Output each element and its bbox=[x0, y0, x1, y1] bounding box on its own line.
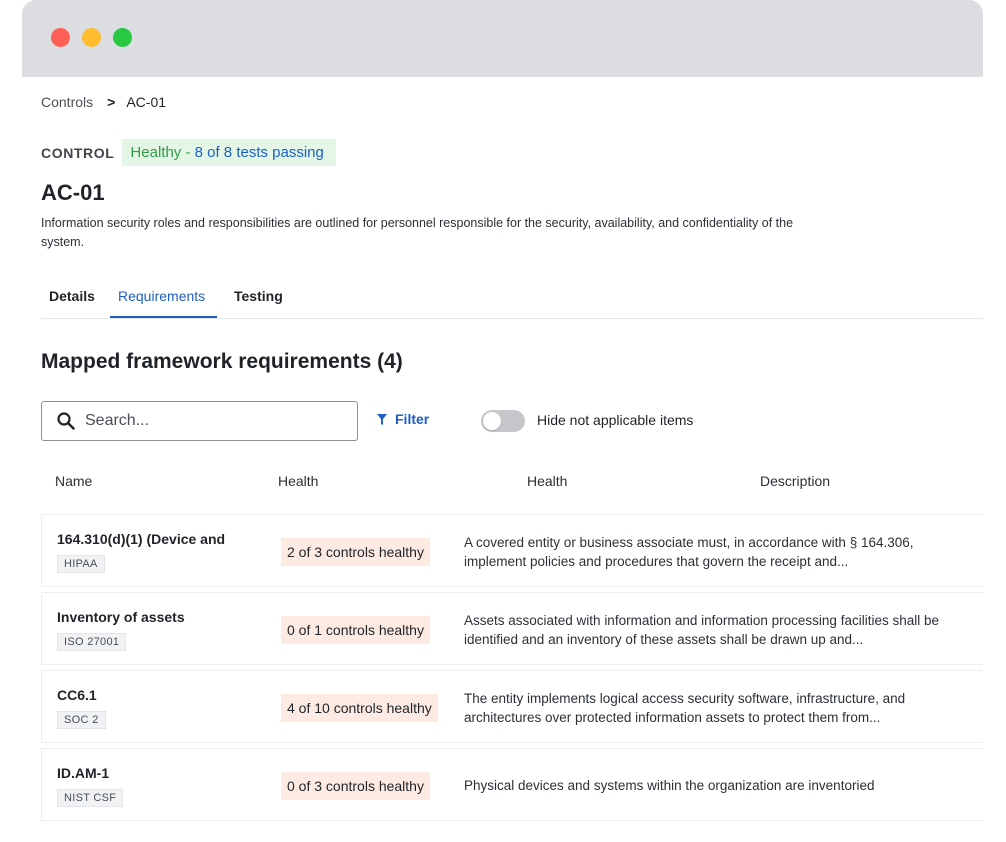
tests-passing-link[interactable]: 8 of 8 tests passing bbox=[195, 144, 324, 161]
breadcrumb-current: AC-01 bbox=[126, 94, 167, 110]
health-badge: 2 of 3 controls healthy bbox=[281, 538, 430, 566]
requirement-name: ID.AM-1 bbox=[57, 765, 110, 781]
column-header-name[interactable]: Name bbox=[55, 473, 92, 489]
health-badge: 0 of 3 controls healthy bbox=[281, 772, 430, 800]
tab-bar: Details Requirements Testing bbox=[41, 281, 983, 319]
requirement-description: A covered entity or business associate m… bbox=[464, 535, 914, 569]
requirement-description: Physical devices and systems within the … bbox=[464, 778, 875, 793]
control-label: CONTROL bbox=[41, 144, 115, 161]
requirement-description: Assets associated with information and i… bbox=[464, 613, 939, 647]
health-badge: 4 of 10 controls healthy bbox=[281, 694, 438, 722]
column-header-health[interactable]: Health bbox=[278, 473, 318, 489]
control-status-row: CONTROL Healthy - 8 of 8 tests passing bbox=[41, 139, 336, 166]
breadcrumb: Controls > AC-01 bbox=[41, 93, 166, 111]
table-row[interactable]: CC6.1 SOC 2 4 of 10 controls healthy The… bbox=[41, 670, 983, 743]
hide-not-applicable-toggle[interactable] bbox=[481, 410, 525, 432]
maximize-window-button[interactable] bbox=[113, 28, 132, 47]
framework-tag: SOC 2 bbox=[57, 711, 106, 729]
health-status-text: Healthy - bbox=[130, 144, 195, 161]
tab-requirements[interactable]: Requirements bbox=[118, 288, 205, 304]
column-header-description[interactable]: Description bbox=[760, 473, 830, 489]
toggle-knob bbox=[483, 412, 501, 430]
health-status-badge: Healthy - 8 of 8 tests passing bbox=[122, 139, 336, 166]
toggle-label: Hide not applicable items bbox=[537, 412, 694, 428]
health-badge: 0 of 1 controls healthy bbox=[281, 616, 430, 644]
tab-testing[interactable]: Testing bbox=[234, 288, 283, 304]
window-titlebar bbox=[22, 0, 983, 77]
column-header-health-secondary[interactable]: Health bbox=[527, 473, 567, 489]
requirement-description: The entity implements logical access sec… bbox=[464, 691, 906, 725]
tab-details[interactable]: Details bbox=[49, 288, 95, 304]
table-row[interactable]: Inventory of assets ISO 27001 0 of 1 con… bbox=[41, 592, 983, 665]
app-window: Controls > AC-01 CONTROL Healthy - 8 of … bbox=[22, 0, 983, 842]
control-description: Information security roles and responsib… bbox=[41, 216, 794, 249]
minimize-window-button[interactable] bbox=[82, 28, 101, 47]
breadcrumb-controls-link[interactable]: Controls bbox=[41, 94, 93, 110]
filter-label: Filter bbox=[395, 411, 430, 427]
framework-tag: ISO 27001 bbox=[57, 633, 127, 651]
filter-button[interactable]: Filter bbox=[377, 411, 429, 427]
close-window-button[interactable] bbox=[51, 28, 70, 47]
chevron-right-icon: > bbox=[107, 94, 116, 110]
search-field[interactable] bbox=[41, 401, 358, 441]
framework-tag: NIST CSF bbox=[57, 789, 124, 807]
requirement-name: Inventory of assets bbox=[57, 609, 185, 625]
filter-icon bbox=[377, 413, 387, 425]
search-icon bbox=[57, 412, 75, 430]
table-row[interactable]: 164.310(d)(1) (Device and HIPAA 2 of 3 c… bbox=[41, 514, 983, 587]
framework-tag: HIPAA bbox=[57, 555, 105, 573]
search-input[interactable] bbox=[85, 412, 335, 430]
requirement-name: CC6.1 bbox=[57, 687, 97, 703]
page-title: AC-01 bbox=[41, 180, 105, 205]
requirement-name: 164.310(d)(1) (Device and bbox=[57, 531, 226, 547]
table-row[interactable]: ID.AM-1 NIST CSF 0 of 3 controls healthy… bbox=[41, 748, 983, 821]
section-title: Mapped framework requirements (4) bbox=[41, 350, 403, 373]
active-tab-indicator bbox=[110, 316, 217, 318]
